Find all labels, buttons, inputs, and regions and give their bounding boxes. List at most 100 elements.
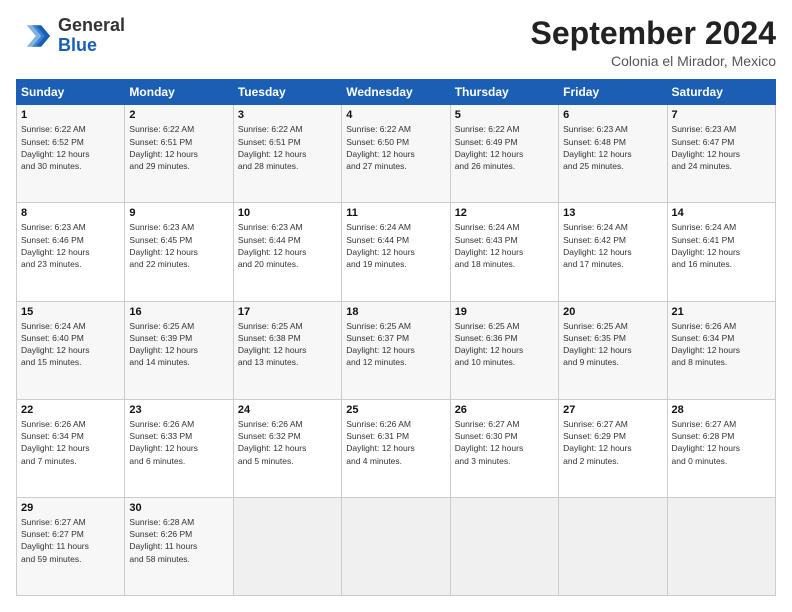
calendar-cell: 6Sunrise: 6:23 AM Sunset: 6:48 PM Daylig… xyxy=(559,105,667,203)
day-info: Sunrise: 6:25 AM Sunset: 6:38 PM Dayligh… xyxy=(238,320,337,369)
day-info: Sunrise: 6:26 AM Sunset: 6:34 PM Dayligh… xyxy=(21,418,120,467)
calendar-cell: 3 Sunrise: 6:22 AM Sunset: 6:51 PM Daylig… xyxy=(233,105,341,203)
day-number: 27 xyxy=(563,404,662,416)
weekday-header-tuesday: Tuesday xyxy=(233,80,341,105)
calendar-week-1: 1 Sunrise: 6:22 AM Sunset: 6:52 PM Daylig… xyxy=(17,105,776,203)
calendar-cell: 11Sunrise: 6:24 AM Sunset: 6:44 PM Dayli… xyxy=(342,203,450,301)
day-info: Sunrise: 6:26 AM Sunset: 6:32 PM Dayligh… xyxy=(238,418,337,467)
day-info: Sunrise: 6:25 AM Sunset: 6:39 PM Dayligh… xyxy=(129,320,228,369)
day-number: 21 xyxy=(672,306,771,318)
day-info: Sunrise: 6:27 AM Sunset: 6:29 PM Dayligh… xyxy=(563,418,662,467)
day-info: Sunrise: 6:27 AM Sunset: 6:30 PM Dayligh… xyxy=(455,418,554,467)
title-block: September 2024 Colonia el Mirador, Mexic… xyxy=(531,16,776,69)
calendar-cell: 4 Sunrise: 6:22 AM Sunset: 6:50 PM Daylig… xyxy=(342,105,450,203)
day-info: Sunrise: 6:23 AM Sunset: 6:45 PM Dayligh… xyxy=(129,221,228,270)
day-number: 25 xyxy=(346,404,445,416)
calendar-cell: 20 Sunrise: 6:25 AM Sunset: 6:35 PM Dayli… xyxy=(559,301,667,399)
month-title: September 2024 xyxy=(531,16,776,51)
calendar-cell: 16 Sunrise: 6:25 AM Sunset: 6:39 PM Dayli… xyxy=(125,301,233,399)
day-number: 24 xyxy=(238,404,337,416)
day-number: 5 xyxy=(455,109,554,121)
day-info: Sunrise: 6:22 AM Sunset: 6:51 PM Dayligh… xyxy=(238,123,337,172)
day-number: 1 xyxy=(21,109,120,121)
page: General Blue September 2024 Colonia el M… xyxy=(0,0,792,612)
day-number: 4 xyxy=(346,109,445,121)
logo-icon xyxy=(16,18,52,54)
day-info: Sunrise: 6:25 AM Sunset: 6:36 PM Dayligh… xyxy=(455,320,554,369)
day-number: 6 xyxy=(563,109,662,121)
day-info: Sunrise: 6:25 AM Sunset: 6:35 PM Dayligh… xyxy=(563,320,662,369)
day-info: Sunrise: 6:28 AM Sunset: 6:26 PM Dayligh… xyxy=(129,516,228,565)
day-info: Sunrise: 6:26 AM Sunset: 6:34 PM Dayligh… xyxy=(672,320,771,369)
day-number: 17 xyxy=(238,306,337,318)
calendar-cell: 9 Sunrise: 6:23 AM Sunset: 6:45 PM Daylig… xyxy=(125,203,233,301)
header: General Blue September 2024 Colonia el M… xyxy=(16,16,776,69)
calendar-cell xyxy=(233,497,341,595)
day-info: Sunrise: 6:26 AM Sunset: 6:31 PM Dayligh… xyxy=(346,418,445,467)
calendar-cell: 17 Sunrise: 6:25 AM Sunset: 6:38 PM Dayli… xyxy=(233,301,341,399)
calendar-cell: 18 Sunrise: 6:25 AM Sunset: 6:37 PM Dayli… xyxy=(342,301,450,399)
day-number: 8 xyxy=(21,207,120,219)
calendar-week-5: 29 Sunrise: 6:27 AM Sunset: 6:27 PM Dayli… xyxy=(17,497,776,595)
day-number: 29 xyxy=(21,502,120,514)
weekday-header-wednesday: Wednesday xyxy=(342,80,450,105)
day-number: 14 xyxy=(672,207,771,219)
day-info: Sunrise: 6:25 AM Sunset: 6:37 PM Dayligh… xyxy=(346,320,445,369)
day-number: 23 xyxy=(129,404,228,416)
calendar-cell: 23 Sunrise: 6:26 AM Sunset: 6:33 PM Dayli… xyxy=(125,399,233,497)
weekday-header-saturday: Saturday xyxy=(667,80,775,105)
logo: General Blue xyxy=(16,16,125,56)
weekday-header-thursday: Thursday xyxy=(450,80,558,105)
calendar-cell xyxy=(559,497,667,595)
day-number: 16 xyxy=(129,306,228,318)
calendar-cell: 28Sunrise: 6:27 AM Sunset: 6:28 PM Dayli… xyxy=(667,399,775,497)
day-number: 20 xyxy=(563,306,662,318)
calendar-cell: 24 Sunrise: 6:26 AM Sunset: 6:32 PM Dayli… xyxy=(233,399,341,497)
calendar-cell: 1 Sunrise: 6:22 AM Sunset: 6:52 PM Daylig… xyxy=(17,105,125,203)
calendar-cell: 21 Sunrise: 6:26 AM Sunset: 6:34 PM Dayli… xyxy=(667,301,775,399)
day-info: Sunrise: 6:24 AM Sunset: 6:42 PM Dayligh… xyxy=(563,221,662,270)
day-info: Sunrise: 6:22 AM Sunset: 6:52 PM Dayligh… xyxy=(21,123,120,172)
day-number: 19 xyxy=(455,306,554,318)
calendar-cell: 30Sunrise: 6:28 AM Sunset: 6:26 PM Dayli… xyxy=(125,497,233,595)
day-info: Sunrise: 6:27 AM Sunset: 6:27 PM Dayligh… xyxy=(21,516,120,565)
calendar-cell: 5Sunrise: 6:22 AM Sunset: 6:49 PM Daylig… xyxy=(450,105,558,203)
logo-text: General Blue xyxy=(58,16,125,56)
calendar-cell: 22 Sunrise: 6:26 AM Sunset: 6:34 PM Dayli… xyxy=(17,399,125,497)
day-info: Sunrise: 6:23 AM Sunset: 6:47 PM Dayligh… xyxy=(672,123,771,172)
calendar-cell: 7 Sunrise: 6:23 AM Sunset: 6:47 PM Daylig… xyxy=(667,105,775,203)
day-info: Sunrise: 6:24 AM Sunset: 6:44 PM Dayligh… xyxy=(346,221,445,270)
day-number: 18 xyxy=(346,306,445,318)
calendar-week-4: 22 Sunrise: 6:26 AM Sunset: 6:34 PM Dayli… xyxy=(17,399,776,497)
day-info: Sunrise: 6:26 AM Sunset: 6:33 PM Dayligh… xyxy=(129,418,228,467)
day-info: Sunrise: 6:22 AM Sunset: 6:50 PM Dayligh… xyxy=(346,123,445,172)
calendar-table: SundayMondayTuesdayWednesdayThursdayFrid… xyxy=(16,79,776,596)
day-info: Sunrise: 6:27 AM Sunset: 6:28 PM Dayligh… xyxy=(672,418,771,467)
calendar-header-row: SundayMondayTuesdayWednesdayThursdayFrid… xyxy=(17,80,776,105)
calendar-cell: 19 Sunrise: 6:25 AM Sunset: 6:36 PM Dayli… xyxy=(450,301,558,399)
day-number: 7 xyxy=(672,109,771,121)
calendar-cell: 13Sunrise: 6:24 AM Sunset: 6:42 PM Dayli… xyxy=(559,203,667,301)
day-number: 3 xyxy=(238,109,337,121)
calendar-cell: 2Sunrise: 6:22 AM Sunset: 6:51 PM Daylig… xyxy=(125,105,233,203)
day-number: 2 xyxy=(129,109,228,121)
calendar-cell: 29 Sunrise: 6:27 AM Sunset: 6:27 PM Dayli… xyxy=(17,497,125,595)
day-number: 9 xyxy=(129,207,228,219)
day-number: 26 xyxy=(455,404,554,416)
calendar-cell: 8Sunrise: 6:23 AM Sunset: 6:46 PM Daylig… xyxy=(17,203,125,301)
calendar-cell xyxy=(450,497,558,595)
calendar-week-3: 15Sunrise: 6:24 AM Sunset: 6:40 PM Dayli… xyxy=(17,301,776,399)
logo-blue: Blue xyxy=(58,36,125,56)
day-number: 22 xyxy=(21,404,120,416)
weekday-header-monday: Monday xyxy=(125,80,233,105)
day-info: Sunrise: 6:24 AM Sunset: 6:41 PM Dayligh… xyxy=(672,221,771,270)
calendar-cell xyxy=(342,497,450,595)
calendar-cell: 10Sunrise: 6:23 AM Sunset: 6:44 PM Dayli… xyxy=(233,203,341,301)
day-info: Sunrise: 6:24 AM Sunset: 6:43 PM Dayligh… xyxy=(455,221,554,270)
day-info: Sunrise: 6:23 AM Sunset: 6:44 PM Dayligh… xyxy=(238,221,337,270)
calendar-cell: 12Sunrise: 6:24 AM Sunset: 6:43 PM Dayli… xyxy=(450,203,558,301)
logo-general: General xyxy=(58,16,125,36)
calendar-cell: 26 Sunrise: 6:27 AM Sunset: 6:30 PM Dayli… xyxy=(450,399,558,497)
calendar-cell: 15Sunrise: 6:24 AM Sunset: 6:40 PM Dayli… xyxy=(17,301,125,399)
location: Colonia el Mirador, Mexico xyxy=(531,53,776,69)
